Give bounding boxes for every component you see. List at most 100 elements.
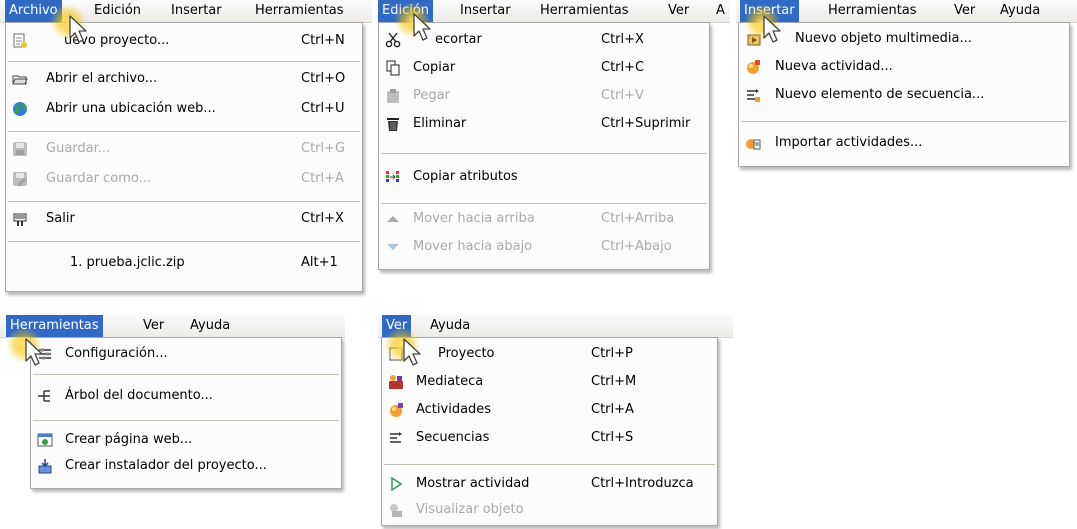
menu-separator: [8, 241, 360, 242]
archivo-menu-window: Archivo Edición Insertar Herramientas ue…: [0, 0, 372, 297]
menu-item-salir[interactable]: Salir Ctrl+X: [6, 207, 362, 231]
menu-item-mediateca[interactable]: Mediateca Ctrl+M: [382, 370, 717, 394]
menubar-item-herramientas[interactable]: Herramientas: [255, 3, 344, 19]
edicion-menu-window: Edición Insertar Herramientas Ver A ecor…: [378, 0, 730, 280]
menu-item-importar-actividades[interactable]: Importar actividades...: [739, 131, 1069, 155]
menu-item-shortcut: Ctrl+U: [301, 101, 345, 116]
menubar-item-ver[interactable]: Ver: [668, 3, 689, 19]
menu-separator: [381, 153, 707, 154]
menu-item-eliminar[interactable]: Eliminar Ctrl+Suprimir: [379, 112, 709, 136]
menu-separator: [381, 203, 707, 204]
menu-item-mover-abajo: Mover hacia abajo Ctrl+Abajo: [379, 235, 709, 259]
menubar-item-insertar[interactable]: Insertar: [740, 0, 799, 22]
menu-item-shortcut: Ctrl+N: [301, 33, 345, 48]
menubar-item-ver[interactable]: Ver: [382, 315, 412, 337]
menu-item-label: Configuración...: [65, 346, 168, 361]
menu-item-label: Proyecto: [438, 346, 495, 361]
menu-item-shortcut: Ctrl+V: [601, 88, 644, 103]
menubar: Ver Ayuda: [378, 315, 733, 338]
herramientas-menu-window: Herramientas Ver Ayuda Configuración... …: [0, 315, 345, 495]
menubar-item-ayuda[interactable]: Ayuda: [1000, 3, 1040, 19]
menu-item-label: 1. prueba.jclic.zip: [70, 255, 185, 270]
arrow-down-icon: [387, 244, 399, 250]
copy-icon: [386, 60, 400, 76]
document-tree-icon: [38, 390, 50, 402]
menu-item-label: Abrir una ubicación web...: [46, 101, 216, 116]
menu-item-label: Nuevo objeto multimedia...: [795, 31, 972, 46]
menu-item-recortar[interactable]: ecortar Ctrl+X: [379, 28, 709, 52]
menu-item-shortcut: Ctrl+P: [591, 346, 633, 361]
menu-separator: [8, 201, 360, 202]
menu-item-mostrar-actividad[interactable]: Mostrar actividad Ctrl+Introduzca: [382, 472, 717, 496]
menu-separator: [33, 420, 339, 421]
ver-menu-window: Ver Ayuda Proyecto Ctrl+P Mediateca Ctrl…: [378, 315, 733, 529]
save-icon: [13, 142, 27, 156]
menu-item-label: Secuencias: [416, 430, 490, 445]
menu-item-label: Mover hacia arriba: [413, 211, 535, 226]
menu-item-nuevo-proyecto[interactable]: uevo proyecto... Ctrl+N: [6, 29, 362, 53]
play-icon: [391, 476, 403, 492]
menu-item-label: Actividades: [416, 402, 492, 417]
menu-item-crear-pagina-web[interactable]: Crear página web...: [31, 428, 341, 452]
menu-item-label: Mostrar actividad: [416, 476, 530, 491]
menubar-item-herramientas[interactable]: Herramientas: [828, 3, 917, 19]
menu-item-abrir-ubicacion-web[interactable]: Abrir una ubicación web... Ctrl+U: [6, 97, 362, 121]
menu-item-label: Nueva actividad...: [775, 59, 893, 74]
menubar: Archivo Edición Insertar Herramientas: [0, 0, 372, 23]
menubar: Herramientas Ver Ayuda: [0, 315, 345, 338]
menu-item-configuracion[interactable]: Configuración...: [31, 342, 341, 366]
open-folder-icon: [12, 75, 28, 85]
menu-item-recent-file[interactable]: 1. prueba.jclic.zip Alt+1: [6, 251, 362, 275]
menu-item-proyecto[interactable]: Proyecto Ctrl+P: [382, 342, 717, 366]
menu-item-label: Pegar: [413, 88, 450, 103]
menu-item-actividades[interactable]: Actividades Ctrl+A: [382, 398, 717, 422]
arrow-up-icon: [387, 216, 399, 222]
new-project-icon: [13, 33, 27, 48]
menu-item-label: Nuevo elemento de secuencia...: [775, 87, 985, 102]
menu-item-nuevo-elemento-secuencia[interactable]: Nuevo elemento de secuencia...: [739, 83, 1069, 107]
menu-item-copiar[interactable]: Copiar Ctrl+C: [379, 56, 709, 80]
menu-item-label: Abrir el archivo...: [46, 71, 158, 86]
menu-item-shortcut: Ctrl+C: [601, 60, 645, 75]
menu-item-shortcut: Ctrl+G: [301, 141, 346, 156]
menubar-item-ver[interactable]: Ver: [954, 3, 975, 19]
menubar-item-herramientas[interactable]: Herramientas: [540, 3, 629, 19]
menu-item-guardar-como: Guardar como... Ctrl+A: [6, 167, 362, 191]
menubar-item-ayuda[interactable]: Ayuda: [430, 318, 470, 334]
menu-item-label: Árbol del documento...: [65, 388, 213, 403]
menu-item-nueva-actividad[interactable]: Nueva actividad...: [739, 55, 1069, 79]
menubar-item-archivo[interactable]: Archivo: [5, 0, 62, 22]
menu-item-copiar-atributos[interactable]: Copiar atributos: [379, 165, 709, 189]
scissors-icon: [385, 32, 401, 48]
project-icon: [389, 347, 403, 361]
insertar-dropdown: Nuevo objeto multimedia... Nueva activid…: [738, 22, 1070, 167]
menu-item-label: Mover hacia abajo: [413, 239, 533, 254]
ver-dropdown: Proyecto Ctrl+P Mediateca Ctrl+M Activid…: [381, 337, 718, 526]
activity-icon: [747, 60, 760, 74]
trash-icon: [387, 118, 399, 131]
menu-item-guardar: Guardar... Ctrl+G: [6, 137, 362, 161]
menu-separator: [8, 61, 360, 62]
globe-icon: [13, 102, 27, 116]
menubar-item-insertar[interactable]: Insertar: [460, 3, 511, 19]
menubar-item-insertar[interactable]: Insertar: [171, 3, 222, 19]
menu-item-label: Crear instalador del proyecto...: [65, 458, 267, 473]
menu-item-arbol-documento[interactable]: Árbol del documento...: [31, 384, 341, 408]
edicion-dropdown: ecortar Ctrl+X Copiar Ctrl+C Pegar Ctrl+…: [378, 22, 710, 270]
menu-item-label: uevo proyecto...: [64, 33, 170, 48]
menubar-item-ayuda[interactable]: Ayuda: [190, 318, 230, 334]
menubar-item-ver[interactable]: Ver: [143, 318, 164, 334]
menu-item-crear-instalador[interactable]: Crear instalador del proyecto...: [31, 454, 341, 478]
menubar-item-herramientas[interactable]: Herramientas: [6, 315, 103, 337]
menu-separator: [8, 131, 360, 132]
menu-item-visualizar-objeto: Visualizar objeto: [382, 498, 717, 522]
menu-item-shortcut: Alt+1: [301, 255, 338, 270]
menu-item-abrir-archivo[interactable]: Abrir el archivo... Ctrl+O: [6, 67, 362, 91]
sequences-icon: [390, 432, 402, 443]
menubar-item-edicion[interactable]: Edición: [94, 3, 141, 19]
archivo-dropdown: uevo proyecto... Ctrl+N Abrir el archivo…: [5, 22, 363, 292]
menu-item-secuencias[interactable]: Secuencias Ctrl+S: [382, 426, 717, 450]
menu-item-nuevo-objeto-multimedia[interactable]: Nuevo objeto multimedia...: [739, 27, 1069, 51]
menubar-item-ayuda[interactable]: A: [716, 3, 725, 19]
menubar-item-edicion[interactable]: Edición: [378, 0, 434, 22]
